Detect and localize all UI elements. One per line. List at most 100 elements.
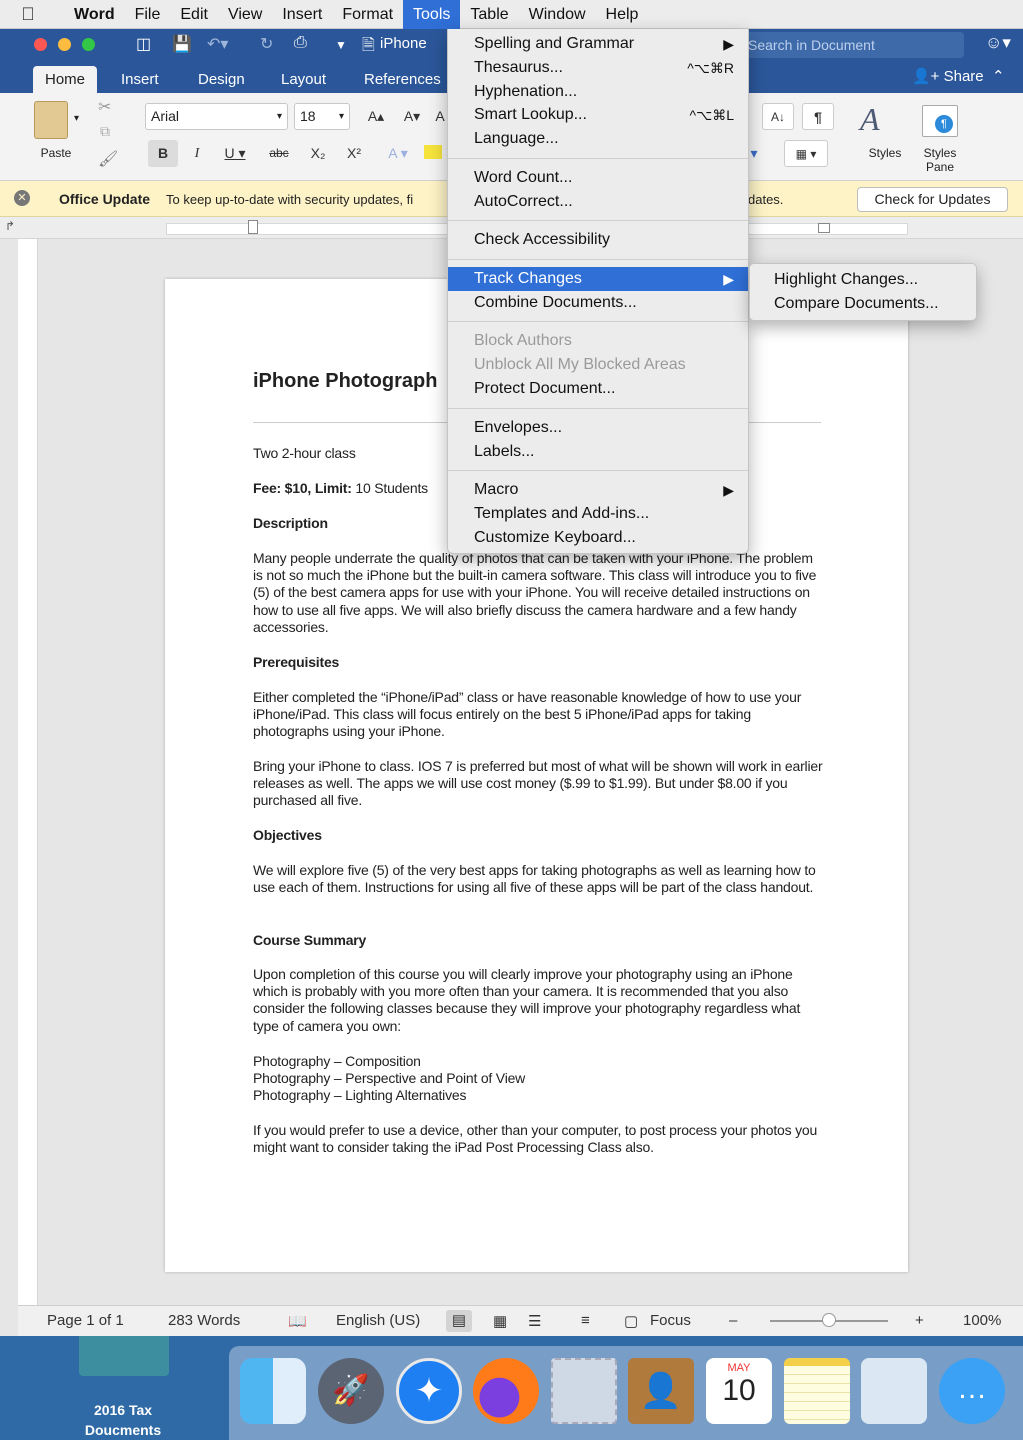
format-painter-icon[interactable]: 🖌 [98,149,118,169]
calendar-icon[interactable]: MAY 10 [706,1358,772,1424]
focus-icon[interactable]: ▢ [624,1312,638,1330]
menu-item-track-changes[interactable]: Track Changes ▶ [448,267,748,291]
menu-window[interactable]: Window [519,0,596,29]
paste-clipboard-icon[interactable] [34,101,68,139]
folder-label[interactable]: 2016 Tax Doucments [60,1400,186,1440]
finder-icon[interactable] [240,1358,306,1424]
launchpad-icon[interactable]: 🚀 [318,1358,384,1424]
font-size-field[interactable]: 18 ▾ [294,103,350,130]
menu-format[interactable]: Format [332,0,403,29]
menu-item-check-accessibility[interactable]: Check Accessibility [448,228,748,252]
tab-insert[interactable]: Insert [109,66,171,93]
chevron-down-icon[interactable]: ▾ [339,104,344,129]
menu-item-compare-documents[interactable]: Compare Documents... [750,292,976,316]
underline-button[interactable]: U ▾ [214,140,256,167]
bold-button[interactable]: B [148,140,178,167]
zoom-in-icon[interactable]: + [915,1312,924,1329]
clear-format-button[interactable]: A [432,103,448,130]
draft-view-icon[interactable]: ≡ [581,1312,590,1329]
chevron-down-icon[interactable]: ▾ [277,104,282,129]
subscript-button[interactable]: X₂ [302,140,334,167]
check-for-updates-button[interactable]: Check for Updates [857,187,1008,212]
safari-icon[interactable]: ✦ [396,1358,462,1424]
menu-tools[interactable]: Tools [403,0,461,29]
menu-item-smart-lookup[interactable]: Smart Lookup... ^⌥⌘L [448,103,748,127]
right-indent-marker[interactable] [818,223,830,233]
menu-item-templates-addins[interactable]: Templates and Add-ins... [448,502,748,526]
menu-item-hyphenation[interactable]: Hyphenation... [448,80,748,104]
text-effects-button[interactable]: A ▾ [380,140,416,167]
menu-help[interactable]: Help [596,0,649,29]
messages-icon[interactable]: … [939,1358,1005,1424]
menu-item-labels[interactable]: Labels... [448,440,748,464]
tab-design[interactable]: Design [186,66,257,93]
feedback-smiley-icon[interactable]: ☺▾ [985,33,1011,53]
tab-home[interactable]: Home [33,66,98,93]
minimize-window-icon[interactable] [58,38,71,51]
strikethrough-button[interactable]: abc [262,140,296,167]
outline-view-icon[interactable]: ☰ [528,1312,541,1330]
styles-pane-icon[interactable]: ¶ [922,105,958,137]
zoom-slider-thumb[interactable] [822,1313,836,1327]
menu-item-protect-document[interactable]: Protect Document... [448,377,748,401]
folder-icon[interactable] [79,1336,169,1376]
undo-icon[interactable]: ↶▾ [207,34,228,54]
menu-item-combine-documents[interactable]: Combine Documents... [448,291,748,315]
redo-icon[interactable]: ↻ [260,34,273,54]
word-count[interactable]: 283 Words [168,1312,240,1329]
superscript-button[interactable]: X² [338,140,370,167]
grow-font-button[interactable]: A▴ [358,103,394,130]
save-icon[interactable]: 💾 [172,34,192,54]
focus-mode-button[interactable]: Focus [650,1312,691,1329]
cut-icon[interactable]: ✂ [98,97,111,117]
font-name-field[interactable]: Arial ▾ [145,103,288,130]
menu-word[interactable]: Word [56,0,125,29]
share-button[interactable]: 👤+ Share ⌃ [912,67,1005,85]
menu-item-language[interactable]: Language... [448,127,748,151]
sidebar-toggle-icon[interactable]: ◫ [136,34,151,54]
menu-edit[interactable]: Edit [170,0,218,29]
proofing-icon[interactable]: 📖 [288,1312,307,1330]
collapse-ribbon-icon[interactable]: ⌃ [992,68,1005,85]
customize-toolbar-icon[interactable]: ▼ [335,38,347,52]
search-input[interactable]: Search in Document [742,32,964,58]
menu-item-highlight-changes[interactable]: Highlight Changes... [750,268,976,292]
zoom-out-icon[interactable]: – [729,1312,737,1329]
menu-insert[interactable]: Insert [272,0,332,29]
maps-icon[interactable] [861,1358,927,1424]
copy-icon[interactable]: ⧉ [100,123,110,140]
show-formatting-button[interactable]: ¶ [802,103,834,130]
italic-button[interactable]: I [184,140,210,167]
vertical-ruler[interactable] [18,239,38,1305]
menu-item-envelopes[interactable]: Envelopes... [448,416,748,440]
web-layout-view-icon[interactable]: ▦ [493,1312,507,1330]
page-count[interactable]: Page 1 of 1 [47,1312,124,1329]
highlight-icon[interactable] [424,145,442,159]
firefox-icon[interactable] [473,1358,539,1424]
contacts-icon[interactable]: 👤 [628,1358,694,1424]
close-window-icon[interactable] [34,38,47,51]
tab-stop-icon[interactable]: ↱ [5,219,15,233]
dismiss-update-icon[interactable]: ✕ [14,190,30,206]
tab-references[interactable]: References [352,66,453,93]
tab-layout[interactable]: Layout [269,66,338,93]
sort-button[interactable]: A↓ [762,103,794,130]
menu-table[interactable]: Table [460,0,518,29]
zoom-window-icon[interactable] [82,38,95,51]
paste-dropdown-icon[interactable]: ▾ [74,113,79,124]
zoom-level[interactable]: 100% [963,1312,1001,1329]
notes-icon[interactable] [784,1358,850,1424]
print-layout-view-icon[interactable]: ▤ [446,1310,472,1332]
menu-item-macro[interactable]: Macro ▶ [448,478,748,502]
menu-item-autocorrect[interactable]: AutoCorrect... [448,190,748,214]
shrink-font-button[interactable]: A▾ [396,103,428,130]
print-icon[interactable]: ⎙ [294,34,307,52]
menu-item-thesaurus[interactable]: Thesaurus... ^⌥⌘R [448,56,748,80]
apple-menu-icon[interactable]:  [0,4,56,25]
menu-item-spelling-grammar[interactable]: Spelling and Grammar ▶ [448,32,748,56]
menu-item-customize-keyboard[interactable]: Customize Keyboard... [448,526,748,550]
menu-item-word-count[interactable]: Word Count... [448,166,748,190]
mail-icon[interactable] [551,1358,617,1424]
styles-icon[interactable]: A [860,101,880,138]
language-indicator[interactable]: English (US) [336,1312,420,1329]
